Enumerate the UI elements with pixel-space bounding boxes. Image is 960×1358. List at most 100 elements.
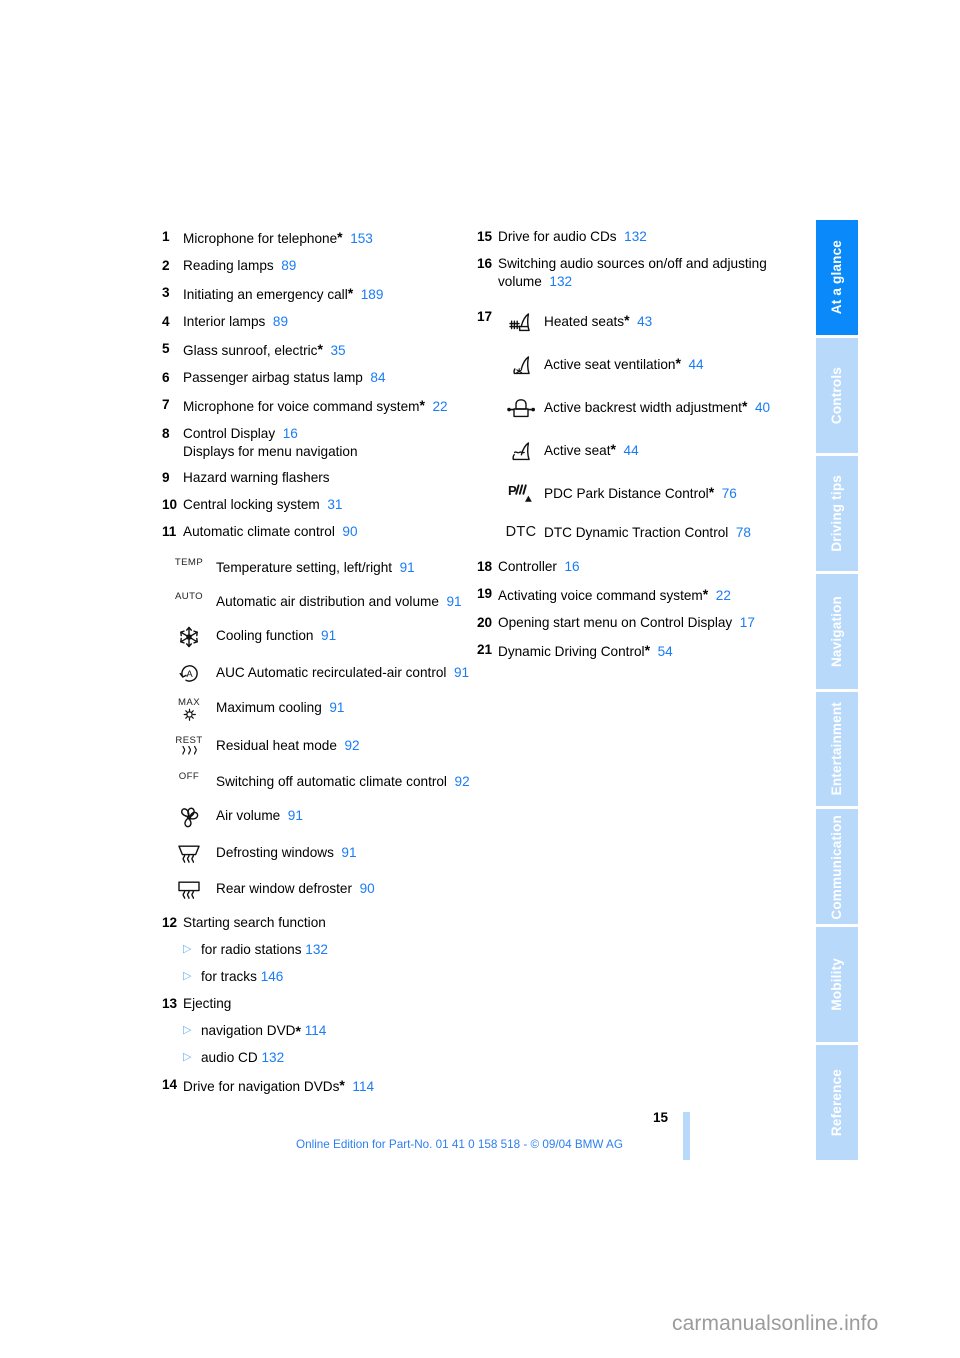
page-reference: 189 xyxy=(360,286,384,302)
optional-equipment-asterisk: * xyxy=(317,340,323,357)
page-reference: 91 xyxy=(329,700,345,716)
optional-equipment-asterisk: * xyxy=(702,585,709,602)
page-reference: 92 xyxy=(344,738,360,754)
legend-item: 9 Hazard warning flashers xyxy=(162,469,472,487)
left-item-list: 1 Microphone for telephone* 153 2 Reading l… xyxy=(162,228,472,541)
legend-item: 7 Microphone for voice command system* 22 xyxy=(162,396,472,416)
section-tab-reference[interactable]: Reference xyxy=(816,1045,858,1160)
legend-item-label: Starting search function xyxy=(183,914,326,930)
page-reference: 90 xyxy=(342,524,358,540)
legend-item-text: Drive for audio CDs 132 xyxy=(498,228,797,246)
page-reference: 78 xyxy=(735,524,751,540)
legend-item: 19 Activating voice command system* 22 xyxy=(477,585,797,605)
section-tab-controls[interactable]: Controls xyxy=(816,337,858,453)
seat-icon-label: Active seat ventilation* 44 xyxy=(544,354,704,372)
page-reference: 132 xyxy=(305,941,328,957)
optional-equipment-asterisk: * xyxy=(339,1076,345,1093)
climate-icon-label: Maximum cooling 91 xyxy=(216,700,345,716)
legend-item-label: Hazard warning flashers xyxy=(183,470,330,486)
legend-item-text: Drive for navigation DVDs* 114 xyxy=(183,1076,472,1096)
legend-item-number: 5 xyxy=(162,340,170,356)
climate-icon-label: Residual heat mode 92 xyxy=(216,738,360,754)
legend-sub-item-label: for radio stations xyxy=(201,941,302,957)
legend-item-text: Dynamic Driving Control* 54 xyxy=(498,641,797,661)
watermark: carmanualsonline.info xyxy=(672,1312,879,1335)
seat-icon-row: Active backrest width adjustment* 40 xyxy=(498,395,797,422)
section-tab-communication[interactable]: Communication xyxy=(816,809,858,925)
legend-item: 1 Microphone for telephone* 153 xyxy=(162,228,472,248)
seat-icon-label: Active seat* 44 xyxy=(544,440,639,458)
legend-item-label: Opening start menu on Control Display xyxy=(498,614,733,630)
section-tab-navigation[interactable]: Navigation xyxy=(816,573,858,689)
legend-item-text: Interior lamps 89 xyxy=(183,313,472,331)
climate-icon-row: Defrosting windows 91 xyxy=(162,842,472,864)
legend-sub-item: ▷ audio CD 132 xyxy=(183,1049,472,1067)
item-17-group: 17 Heated seats* 43 Active seat ventilati… xyxy=(477,309,797,558)
right-column: 15 Drive for audio CDs 132 16 Switching aud… xyxy=(477,228,797,670)
legend-item-label: Central locking system xyxy=(183,497,320,513)
optional-equipment-asterisk: * xyxy=(347,284,354,301)
page-reference: 132 xyxy=(624,229,647,244)
page-reference: 90 xyxy=(359,880,375,896)
legend-item-text: Activating voice command system* 22 xyxy=(498,585,797,605)
section-tab-at-a-glance[interactable]: At a glance xyxy=(816,220,858,335)
climate-icon-label: AUC Automatic recirculated-air control 9… xyxy=(216,665,470,681)
page-reference: 132 xyxy=(261,1050,285,1066)
climate-icon-label: Temperature setting, left/right 91 xyxy=(216,560,415,576)
page-reference: 114 xyxy=(304,1022,327,1038)
section-tab-label: At a glance xyxy=(829,240,845,315)
legend-item-label: Reading lamps xyxy=(183,257,274,273)
page-reference: 22 xyxy=(715,587,731,603)
climate-icon-row: A AUC Automatic recirculated-air control … xyxy=(162,662,472,683)
legend-item: 3 Initiating an emergency call* 189 xyxy=(162,284,472,304)
legend-sub-item-label: audio CD xyxy=(201,1050,258,1066)
legend-sub-item: ▷ navigation DVD * 114 xyxy=(183,1022,472,1040)
seat-icon-label: Heated seats* 43 xyxy=(544,311,653,329)
legend-item-number: 11 xyxy=(162,524,177,540)
climate-icon-label: Automatic air distribution and volume 91 xyxy=(216,594,462,610)
optional-equipment-asterisk: * xyxy=(610,440,616,457)
legend-item: 15 Drive for audio CDs 132 xyxy=(477,228,797,246)
page-reference: 22 xyxy=(432,398,448,414)
auc-recirculation-icon: A xyxy=(162,662,216,683)
legend-item-number: 14 xyxy=(162,1076,178,1092)
optional-equipment-asterisk: * xyxy=(741,397,748,414)
legend-item-label: Control Display xyxy=(183,425,276,441)
section-tab-entertainment[interactable]: Entertainment xyxy=(816,691,858,807)
footer-rule xyxy=(683,1112,690,1160)
pdc-icon: P xyxy=(498,481,544,506)
legend-item-subtitle: Displays for menu navigation xyxy=(183,443,358,459)
page-reference: 35 xyxy=(330,342,346,358)
page-reference: 84 xyxy=(370,369,386,385)
optional-equipment-asterisk: * xyxy=(295,1022,301,1039)
climate-icon-label: Switching off automatic climate control … xyxy=(216,773,470,789)
heated-seat-icon xyxy=(498,309,544,336)
page-reference: 16 xyxy=(564,558,580,574)
page-reference: 132 xyxy=(549,273,573,289)
legend-item-text: Initiating an emergency call* 189 xyxy=(183,284,472,304)
legend-item-number: 8 xyxy=(162,425,170,441)
auto-icon: AUTO xyxy=(174,591,204,603)
max-cooling-icon: MAX xyxy=(162,697,216,722)
optional-equipment-asterisk: * xyxy=(644,641,651,658)
page-reference: 114 xyxy=(352,1078,375,1094)
legend-item-number: 18 xyxy=(477,558,493,574)
section-tab-label: Entertainment xyxy=(829,702,845,796)
climate-icon-row: Air volume 91 xyxy=(162,805,472,828)
section-tab-rail: At a glance Controls Driving tips Navigatio… xyxy=(816,220,858,1160)
legend-item-text: Hazard warning flashers xyxy=(183,469,472,487)
legend-item-label: Drive for navigation DVDs xyxy=(183,1078,340,1094)
page-reference: 40 xyxy=(754,399,771,415)
legend-item-number: 9 xyxy=(162,470,170,486)
legend-item-label: Drive for audio CDs xyxy=(498,229,617,244)
section-tab-label: Controls xyxy=(829,366,845,424)
section-tab-label: Navigation xyxy=(829,595,845,667)
legend-item: 12 Starting search function xyxy=(162,914,472,932)
legend-item-label: Microphone for voice command system xyxy=(183,398,420,414)
off-icon: OFF xyxy=(178,770,200,782)
legend-item-text: Central locking system 31 xyxy=(183,496,472,514)
legend-item-text: Ejecting xyxy=(183,995,472,1013)
backrest-width-icon xyxy=(498,395,544,422)
section-tab-driving-tips[interactable]: Driving tips xyxy=(816,455,858,571)
section-tab-mobility[interactable]: Mobility xyxy=(816,927,858,1043)
